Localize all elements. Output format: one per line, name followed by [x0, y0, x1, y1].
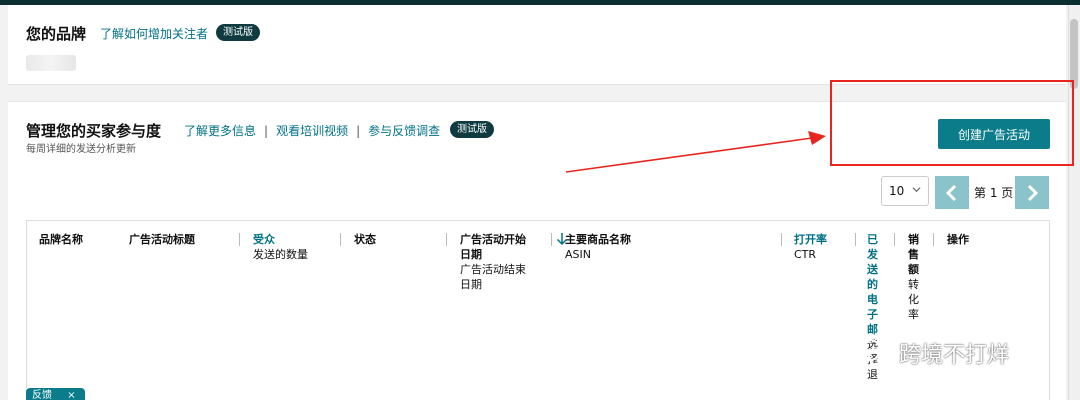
column-status[interactable]: 状态 [354, 232, 376, 247]
column-separator [933, 233, 934, 246]
column-separator [340, 233, 341, 246]
chevron-left-icon [945, 184, 957, 201]
page-size-select[interactable]: 10 [881, 176, 929, 206]
close-icon[interactable]: × [67, 390, 75, 400]
next-page-button[interactable] [1015, 176, 1049, 209]
column-separator [781, 233, 782, 246]
beta-badge: 测试版 [216, 24, 260, 41]
column-separator [894, 233, 895, 246]
brand-title: 您的品牌 [26, 25, 87, 43]
blurred-brand-name [26, 55, 76, 71]
column-brand-name[interactable]: 品牌名称 [39, 232, 83, 247]
followers-link[interactable]: 了解如何增加关注者 [100, 25, 208, 42]
column-separator [446, 233, 447, 246]
chevron-right-icon [1027, 184, 1039, 201]
engagement-links: 了解更多信息 | 观看培训视频 | 参与反馈调查 [184, 124, 441, 138]
column-start-date[interactable]: 广告活动开始日期 广告活动结束日期 [460, 232, 568, 292]
wechat-icon [856, 339, 890, 366]
watermark: 跨境不打烊 [855, 336, 1009, 370]
scrollbar-thumb[interactable] [1070, 19, 1078, 89]
previous-page-button[interactable] [935, 176, 969, 209]
column-separator [551, 233, 552, 246]
feedback-survey-link[interactable]: 参与反馈调查 [368, 124, 440, 138]
feedback-chip[interactable]: 反馈 × [26, 388, 85, 400]
engagement-subtitle: 每周详细的发送分析更新 [26, 144, 136, 155]
training-video-link[interactable]: 观看培训视频 [276, 124, 348, 138]
beta-badge: 测试版 [450, 121, 494, 138]
chevron-down-icon [912, 187, 921, 193]
column-audience[interactable]: 受众 发送的数量 [253, 232, 308, 262]
column-separator [855, 233, 856, 246]
column-actions[interactable]: 操作 [947, 232, 969, 247]
create-campaign-button[interactable]: 创建广告活动 [938, 119, 1050, 149]
column-campaign-title[interactable]: 广告活动标题 [129, 232, 195, 247]
brand-card: 您的品牌 了解如何增加关注者 测试版 [8, 5, 1066, 85]
learn-more-link[interactable]: 了解更多信息 [184, 124, 256, 138]
column-separator [239, 233, 240, 246]
watermark-text: 跨境不打烊 [899, 343, 1010, 368]
page-label: 第 1 页 [974, 186, 1014, 200]
campaign-table: 品牌名称 广告活动标题 受众 发送的数量 状态 广告活动开始日期 广告活动结束日期… [26, 220, 1050, 400]
column-open-rate[interactable]: 打开率 CTR [794, 232, 827, 262]
column-main-product[interactable]: 主要商品名称 ASIN [565, 232, 631, 262]
page-scrollbar[interactable] [1068, 5, 1080, 400]
engagement-title: 管理您的买家参与度 [26, 122, 162, 140]
column-sales[interactable]: 销售额 转化率 [908, 232, 922, 322]
page-size-value: 10 [889, 184, 905, 198]
